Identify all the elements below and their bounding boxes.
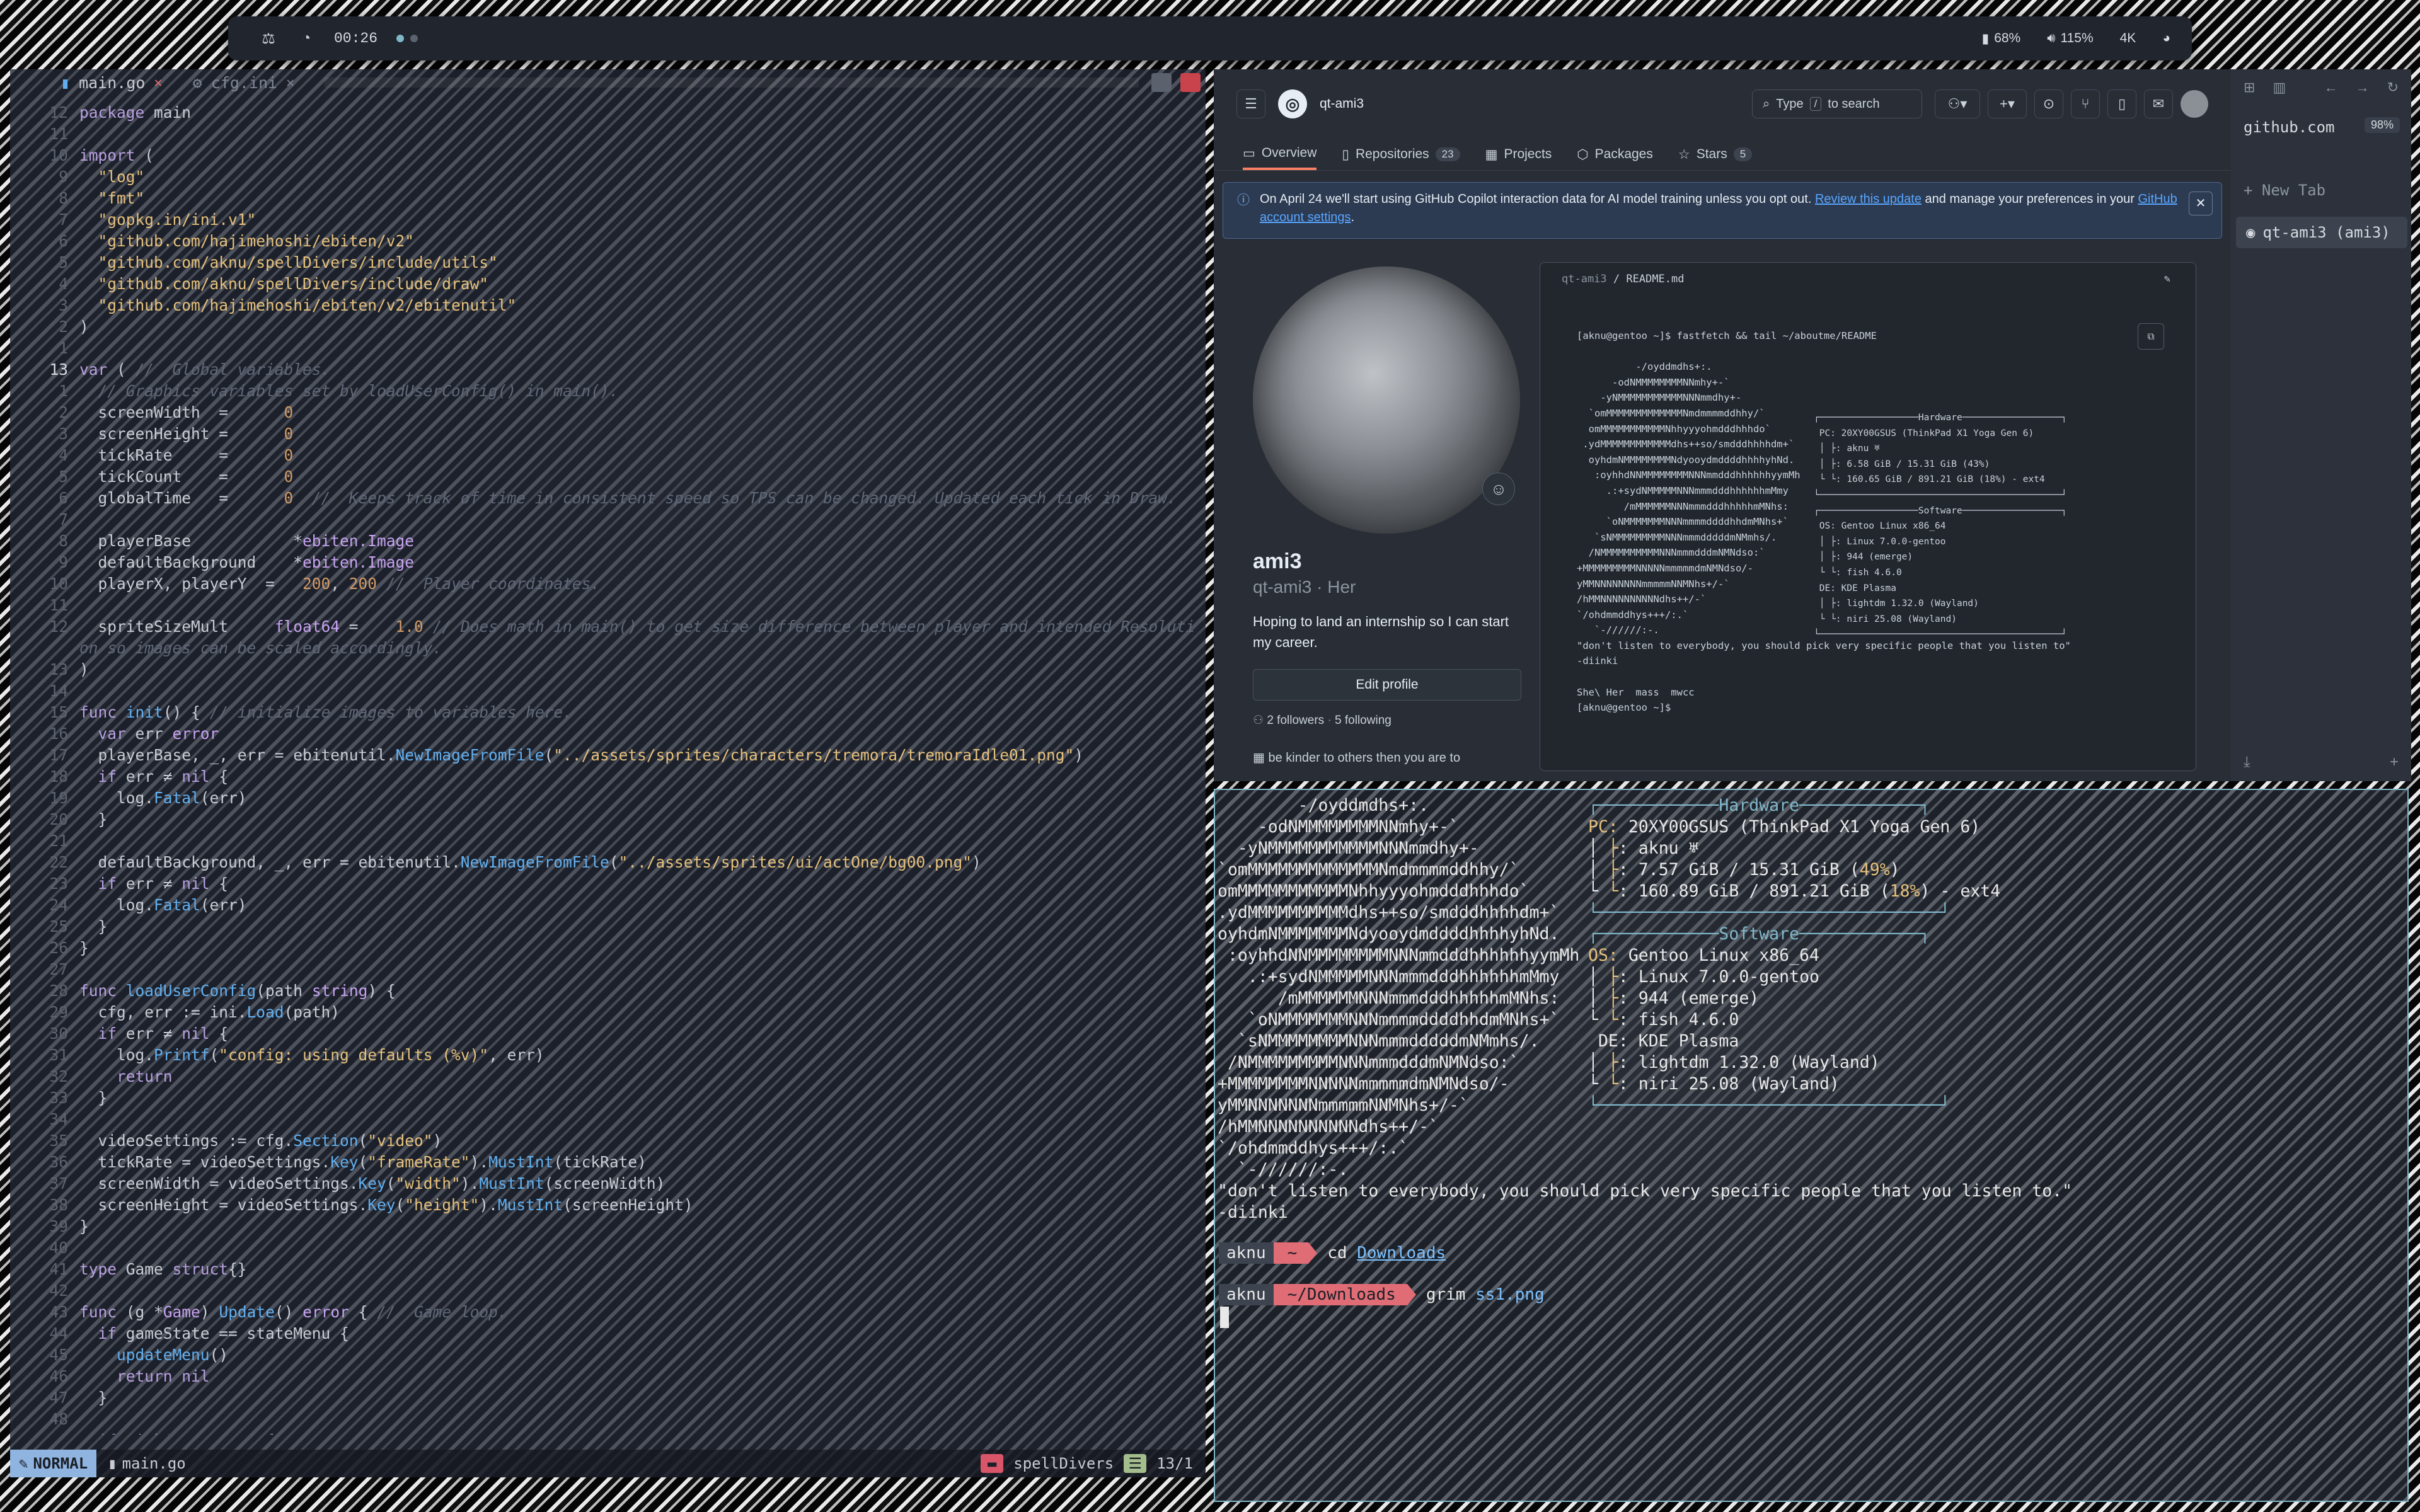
editor-statusbar: ✎ NORMAL ▮ main.go ▬ spellDivers ☰ 13/1 — [10, 1450, 1206, 1477]
profile-handle: qt-ami3 · Her — [1253, 577, 1356, 597]
tab-fill — [325, 77, 1139, 88]
follow-stats: ⚇ 2 followers · 5 following — [1253, 714, 1392, 727]
split-icon[interactable]: ▥ — [2273, 79, 2286, 96]
resolution-indicator[interactable]: 4K — [2120, 31, 2136, 46]
tab-overview[interactable]: ▭ Overview — [1243, 139, 1317, 170]
mode-indicator: ✎ NORMAL — [10, 1450, 97, 1477]
tab-projects[interactable]: ▦ Projects — [1485, 147, 1552, 163]
profile-bio: Hoping to land an internship so I can st… — [1253, 614, 1509, 650]
tab-sidebar: ⊞ ▥ ← → ↻ github.com 98% + New Tab ◉ qt-… — [2231, 69, 2411, 781]
statusbar-file: ▮ main.go — [108, 1455, 186, 1472]
forward-icon[interactable]: → — [2356, 79, 2370, 96]
tab-repositories[interactable]: ▯ Repositories 23 — [1342, 147, 1460, 163]
review-update-link[interactable]: Review this update — [1815, 192, 1922, 206]
reload-icon[interactable]: ↻ — [2387, 79, 2399, 96]
create-new-button[interactable]: +▾ — [1988, 89, 2027, 118]
launcher-icon[interactable]: ⚖ — [250, 25, 287, 52]
table-icon: ▦ — [1485, 147, 1498, 162]
tab-qt-ami3[interactable]: ◉ qt-ami3 (ami3) — [2236, 217, 2407, 248]
close-banner-button[interactable]: ✕ — [2189, 192, 2213, 215]
tab-packages[interactable]: ⬡ Packages — [1577, 147, 1653, 163]
top-bar: ⚖ ◔ 00:26 ▮ 68% 🔊︎ 115% 4K ◕ — [228, 16, 2192, 60]
issues-icon[interactable]: ⊙ — [2034, 89, 2063, 118]
vim-icon: ✎ — [19, 1455, 28, 1472]
back-icon[interactable]: ← — [2324, 79, 2338, 96]
star-icon: ☆ — [1678, 147, 1690, 162]
browser-window: ☰ ◎ qt-ami3 ⌕ Type / to search ⚇▾ +▾ ⊙ ⑂… — [1214, 69, 2411, 781]
speaker-icon: 🔊︎ — [2047, 31, 2056, 45]
code-area[interactable]: 12 package main 11 10 import ( 9 "log" 8 "… — [10, 102, 1206, 1435]
following-link[interactable]: 5 following — [1335, 714, 1392, 727]
clock: 00:26 — [334, 30, 378, 47]
battery-indicator[interactable]: ▮ 68% — [1982, 31, 2021, 47]
pull-requests-icon[interactable]: ⑂ — [2071, 89, 2100, 118]
file-icon: ▮ — [108, 1455, 117, 1472]
github-header: ☰ ◎ qt-ami3 ⌕ Type / to search ⚇▾ +▾ ⊙ ⑂… — [1214, 69, 2231, 139]
package-icon: ⬡ — [1577, 147, 1589, 162]
menu-button[interactable]: ☰ — [1236, 89, 1265, 118]
copilot-banner: ⓘ On April 24 we'll start using GitHub C… — [1223, 182, 2222, 239]
edit-profile-button[interactable]: Edit profile — [1253, 669, 1521, 701]
cursor-position: 13/1 — [1156, 1455, 1193, 1472]
github-icon: ◉ — [2246, 224, 2256, 241]
profile-avatar[interactable] — [1253, 266, 1520, 534]
search-input[interactable]: ⌕ Type / to search — [1752, 89, 1922, 118]
new-tab-button[interactable]: + New Tab — [2244, 181, 2325, 199]
editor-window: ▮ main.go ✕ ⚙ cfg.ini ✕ 12 package main 1… — [10, 69, 1206, 1477]
go-file-icon: ▮ — [60, 73, 71, 92]
terminal-cursor — [1220, 1307, 1229, 1328]
profile-name: ami3 — [1253, 549, 1302, 573]
repo-owner-title[interactable]: qt-ami3 — [1320, 96, 1364, 112]
profile-status: ▦ be kinder to others then you are to — [1253, 751, 1461, 765]
tab-main-go[interactable]: ▮ main.go ✕ — [48, 69, 180, 96]
readme-card: qt-ami3 / README.md ✎ ⧉ [aknu@gentoo ~]$… — [1540, 262, 2196, 771]
workspace-2[interactable] — [410, 35, 418, 42]
sidebar-toggle-icon[interactable]: ⊞ — [2244, 79, 2255, 96]
workspace-1[interactable] — [396, 35, 405, 42]
readme-info: ┌──────────────────Hardware─────────────… — [1814, 413, 2067, 640]
pencil-icon[interactable]: ✎ — [2164, 273, 2170, 285]
battery-icon: ▮ — [1981, 31, 1990, 46]
github-page: ☰ ◎ qt-ami3 ⌕ Type / to search ⚇▾ +▾ ⊙ ⑂… — [1214, 69, 2231, 781]
github-logo-icon[interactable]: ◎ — [1278, 89, 1307, 118]
download-icon[interactable]: ⤓ — [2244, 753, 2250, 771]
tab-stars[interactable]: ☆ Stars 5 — [1678, 147, 1753, 163]
notifications-icon[interactable]: ✉ — [2144, 89, 2173, 118]
prompt-line-1: aknu ~ cd Downloads — [1219, 1242, 1446, 1264]
close-tab-icon[interactable]: ✕ — [154, 75, 162, 91]
folder-icon: ▬ — [981, 1454, 1004, 1473]
readme-breadcrumb: qt-ami3 / README.md ✎ — [1562, 273, 2170, 285]
search-icon: ⌕ — [1763, 96, 1770, 111]
palette-icon[interactable]: ◕ — [2162, 31, 2170, 46]
gear-icon: ⚙ — [192, 73, 202, 92]
smiley-icon[interactable]: ☺ — [1482, 472, 1515, 505]
tab-cfg-ini[interactable]: ⚙ cfg.ini ✕ — [180, 69, 313, 96]
speedometer-icon[interactable]: ◔ — [287, 25, 325, 52]
zoom-level[interactable]: 98% — [2364, 117, 2400, 133]
repositories-icon[interactable]: ▯ — [2107, 89, 2136, 118]
volume-indicator[interactable]: 🔊︎ 115% — [2047, 31, 2093, 46]
terminal-window[interactable]: -/oyddmdhs+:. -odNMMMMMMMMNNmhy+-` -yNMM… — [1214, 789, 2409, 1502]
building-icon: ▦ — [1253, 751, 1265, 765]
repo-icon: ▯ — [1342, 147, 1349, 162]
info-icon: ⓘ — [1237, 193, 1250, 207]
editor-tabbar: ▮ main.go ✕ ⚙ cfg.ini ✕ — [10, 69, 1206, 96]
toggle-button[interactable] — [1151, 73, 1172, 92]
close-window-button[interactable] — [1180, 73, 1201, 92]
people-icon: ⚇ — [1253, 714, 1264, 727]
workspaces[interactable] — [396, 35, 418, 42]
copy-icon[interactable]: ⧉ — [2138, 323, 2164, 350]
book-icon: ▭ — [1243, 146, 1255, 161]
profile-nav: ▭ Overview ▯ Repositories 23 ▦ Projects ⬡ Pac… — [1214, 139, 2231, 171]
prompt-line-2: aknu ~/Downloads grim ss1.png — [1219, 1284, 1545, 1305]
user-avatar[interactable] — [2181, 90, 2208, 118]
copilot-button[interactable]: ⚇▾ — [1935, 89, 1980, 118]
add-icon[interactable]: + — [2390, 753, 2399, 771]
project-name: spellDivers — [1013, 1455, 1114, 1472]
lines-icon: ☰ — [1124, 1454, 1147, 1473]
followers-link[interactable]: 2 followers — [1267, 714, 1324, 727]
close-tab-icon[interactable]: ✕ — [286, 75, 294, 91]
url-bar[interactable]: github.com — [2244, 118, 2335, 136]
fastfetch-info: ┌────────────Hardware────────────┐ PC: 2… — [1588, 796, 2001, 1115]
